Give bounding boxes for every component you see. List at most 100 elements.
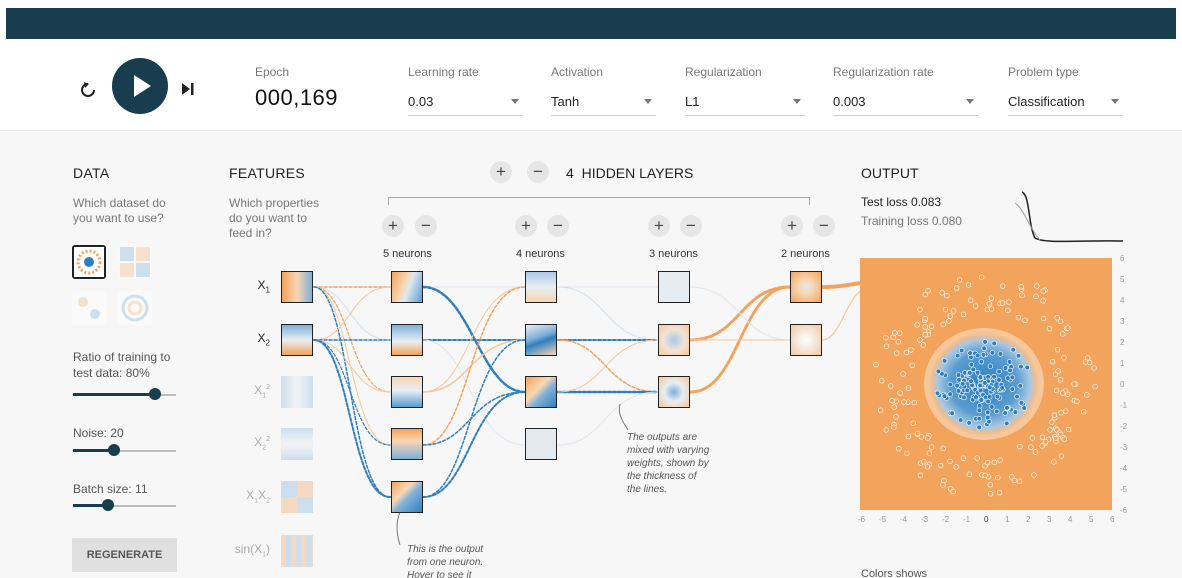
data-point xyxy=(999,385,1005,391)
neuron[interactable] xyxy=(391,428,423,460)
neuron[interactable] xyxy=(658,271,690,303)
data-point xyxy=(1051,459,1057,465)
feature-node-x1x2[interactable] xyxy=(281,481,313,513)
link[interactable] xyxy=(313,286,391,498)
link[interactable] xyxy=(422,286,526,446)
neuron[interactable] xyxy=(658,324,690,356)
feature-node-sin-x1[interactable] xyxy=(281,535,313,567)
link[interactable] xyxy=(689,286,791,341)
data-point xyxy=(978,274,985,280)
data-point xyxy=(922,324,928,330)
data-point xyxy=(1065,426,1072,433)
y-tick-label: -2 xyxy=(1120,422,1128,431)
data-point xyxy=(1006,299,1012,305)
x-tick-label: -6 xyxy=(858,515,866,524)
layer4-remove-neuron-button[interactable]: − xyxy=(813,215,835,237)
data-point xyxy=(947,458,953,465)
x-tick-label: 4 xyxy=(1068,515,1073,524)
add-layer-button[interactable]: + xyxy=(490,161,512,183)
feature-node-x1[interactable] xyxy=(281,271,313,303)
data-point xyxy=(986,394,993,400)
data-point xyxy=(892,330,898,336)
link[interactable] xyxy=(820,281,864,289)
neuron[interactable] xyxy=(525,324,557,356)
neuron[interactable] xyxy=(790,324,822,356)
data-point xyxy=(910,420,916,426)
data-point xyxy=(994,393,1001,400)
layer2-remove-neuron-button[interactable]: − xyxy=(547,215,569,237)
neuron[interactable] xyxy=(391,481,423,513)
link[interactable] xyxy=(313,339,391,393)
data-point xyxy=(935,368,942,375)
data-point xyxy=(1016,478,1023,484)
neuron[interactable] xyxy=(391,271,423,303)
layer2-add-neuron-button[interactable]: + xyxy=(515,215,537,237)
data-point xyxy=(1091,365,1097,371)
layer3-add-neuron-button[interactable]: + xyxy=(648,215,670,237)
data-point xyxy=(986,301,992,307)
output-title: OUTPUT xyxy=(861,165,919,181)
link[interactable] xyxy=(422,339,526,393)
link[interactable] xyxy=(557,286,659,341)
data-point xyxy=(976,403,983,409)
link[interactable] xyxy=(313,339,391,498)
output-heatmap[interactable] xyxy=(860,258,1112,510)
feature-node-x2[interactable] xyxy=(281,324,313,356)
layer4-neurons-label: 2 neurons xyxy=(781,248,830,260)
layer1-remove-neuron-button[interactable]: − xyxy=(415,215,437,237)
data-point xyxy=(889,398,895,404)
data-point xyxy=(1015,353,1022,359)
data-point xyxy=(960,311,967,318)
link[interactable] xyxy=(313,339,391,446)
data-point xyxy=(1055,368,1061,374)
link[interactable] xyxy=(821,289,863,341)
layer3-remove-neuron-button[interactable]: − xyxy=(680,215,702,237)
layer1-add-neuron-button[interactable]: + xyxy=(382,215,404,237)
data-point xyxy=(942,306,949,313)
output-heatmap-svg xyxy=(860,258,1112,510)
link[interactable] xyxy=(557,339,659,393)
x-tick-label: 6 xyxy=(1110,515,1115,524)
neuron[interactable] xyxy=(391,324,423,356)
data-point xyxy=(985,409,991,416)
data-point xyxy=(917,472,924,478)
data-point xyxy=(976,407,983,414)
data-point xyxy=(1040,298,1046,304)
data-point xyxy=(873,362,879,368)
neuron[interactable] xyxy=(525,428,557,460)
neuron[interactable] xyxy=(525,376,557,408)
data-point xyxy=(961,394,967,401)
data-point xyxy=(977,374,984,380)
data-point xyxy=(991,459,998,466)
data-point xyxy=(1018,363,1024,370)
neuron[interactable] xyxy=(658,376,690,408)
data-point xyxy=(922,331,928,338)
feature-node-x1-squared[interactable] xyxy=(281,376,313,408)
link[interactable] xyxy=(557,339,659,393)
data-point xyxy=(917,306,923,313)
layer1-neurons-label: 5 neurons xyxy=(383,248,432,260)
layer4-add-neuron-button[interactable]: + xyxy=(781,215,803,237)
neuron[interactable] xyxy=(391,376,423,408)
annotation-neuron-output: This is the output from one neuron. Hove… xyxy=(407,544,484,578)
remove-layer-button[interactable]: − xyxy=(527,161,549,183)
y-tick-label: 1 xyxy=(1120,359,1125,368)
data-point xyxy=(1051,412,1058,418)
data-point xyxy=(922,291,928,298)
test-loss: Test loss 0.083 xyxy=(861,195,942,209)
data-point xyxy=(895,339,901,345)
annotation-outputs-mixed: The outputs are mixed with varying weigh… xyxy=(627,432,710,495)
data-point xyxy=(877,407,884,413)
data-point xyxy=(996,377,1002,383)
data-point xyxy=(984,459,991,466)
data-point xyxy=(964,387,970,394)
neuron[interactable] xyxy=(790,271,822,303)
data-point xyxy=(918,434,925,440)
data-point xyxy=(1071,381,1077,387)
y-tick-label: -3 xyxy=(1120,443,1128,452)
data-point xyxy=(888,383,894,389)
data-point xyxy=(1047,427,1053,433)
data-point xyxy=(967,370,973,376)
feature-node-x2-squared[interactable] xyxy=(281,428,313,460)
neuron[interactable] xyxy=(525,271,557,303)
